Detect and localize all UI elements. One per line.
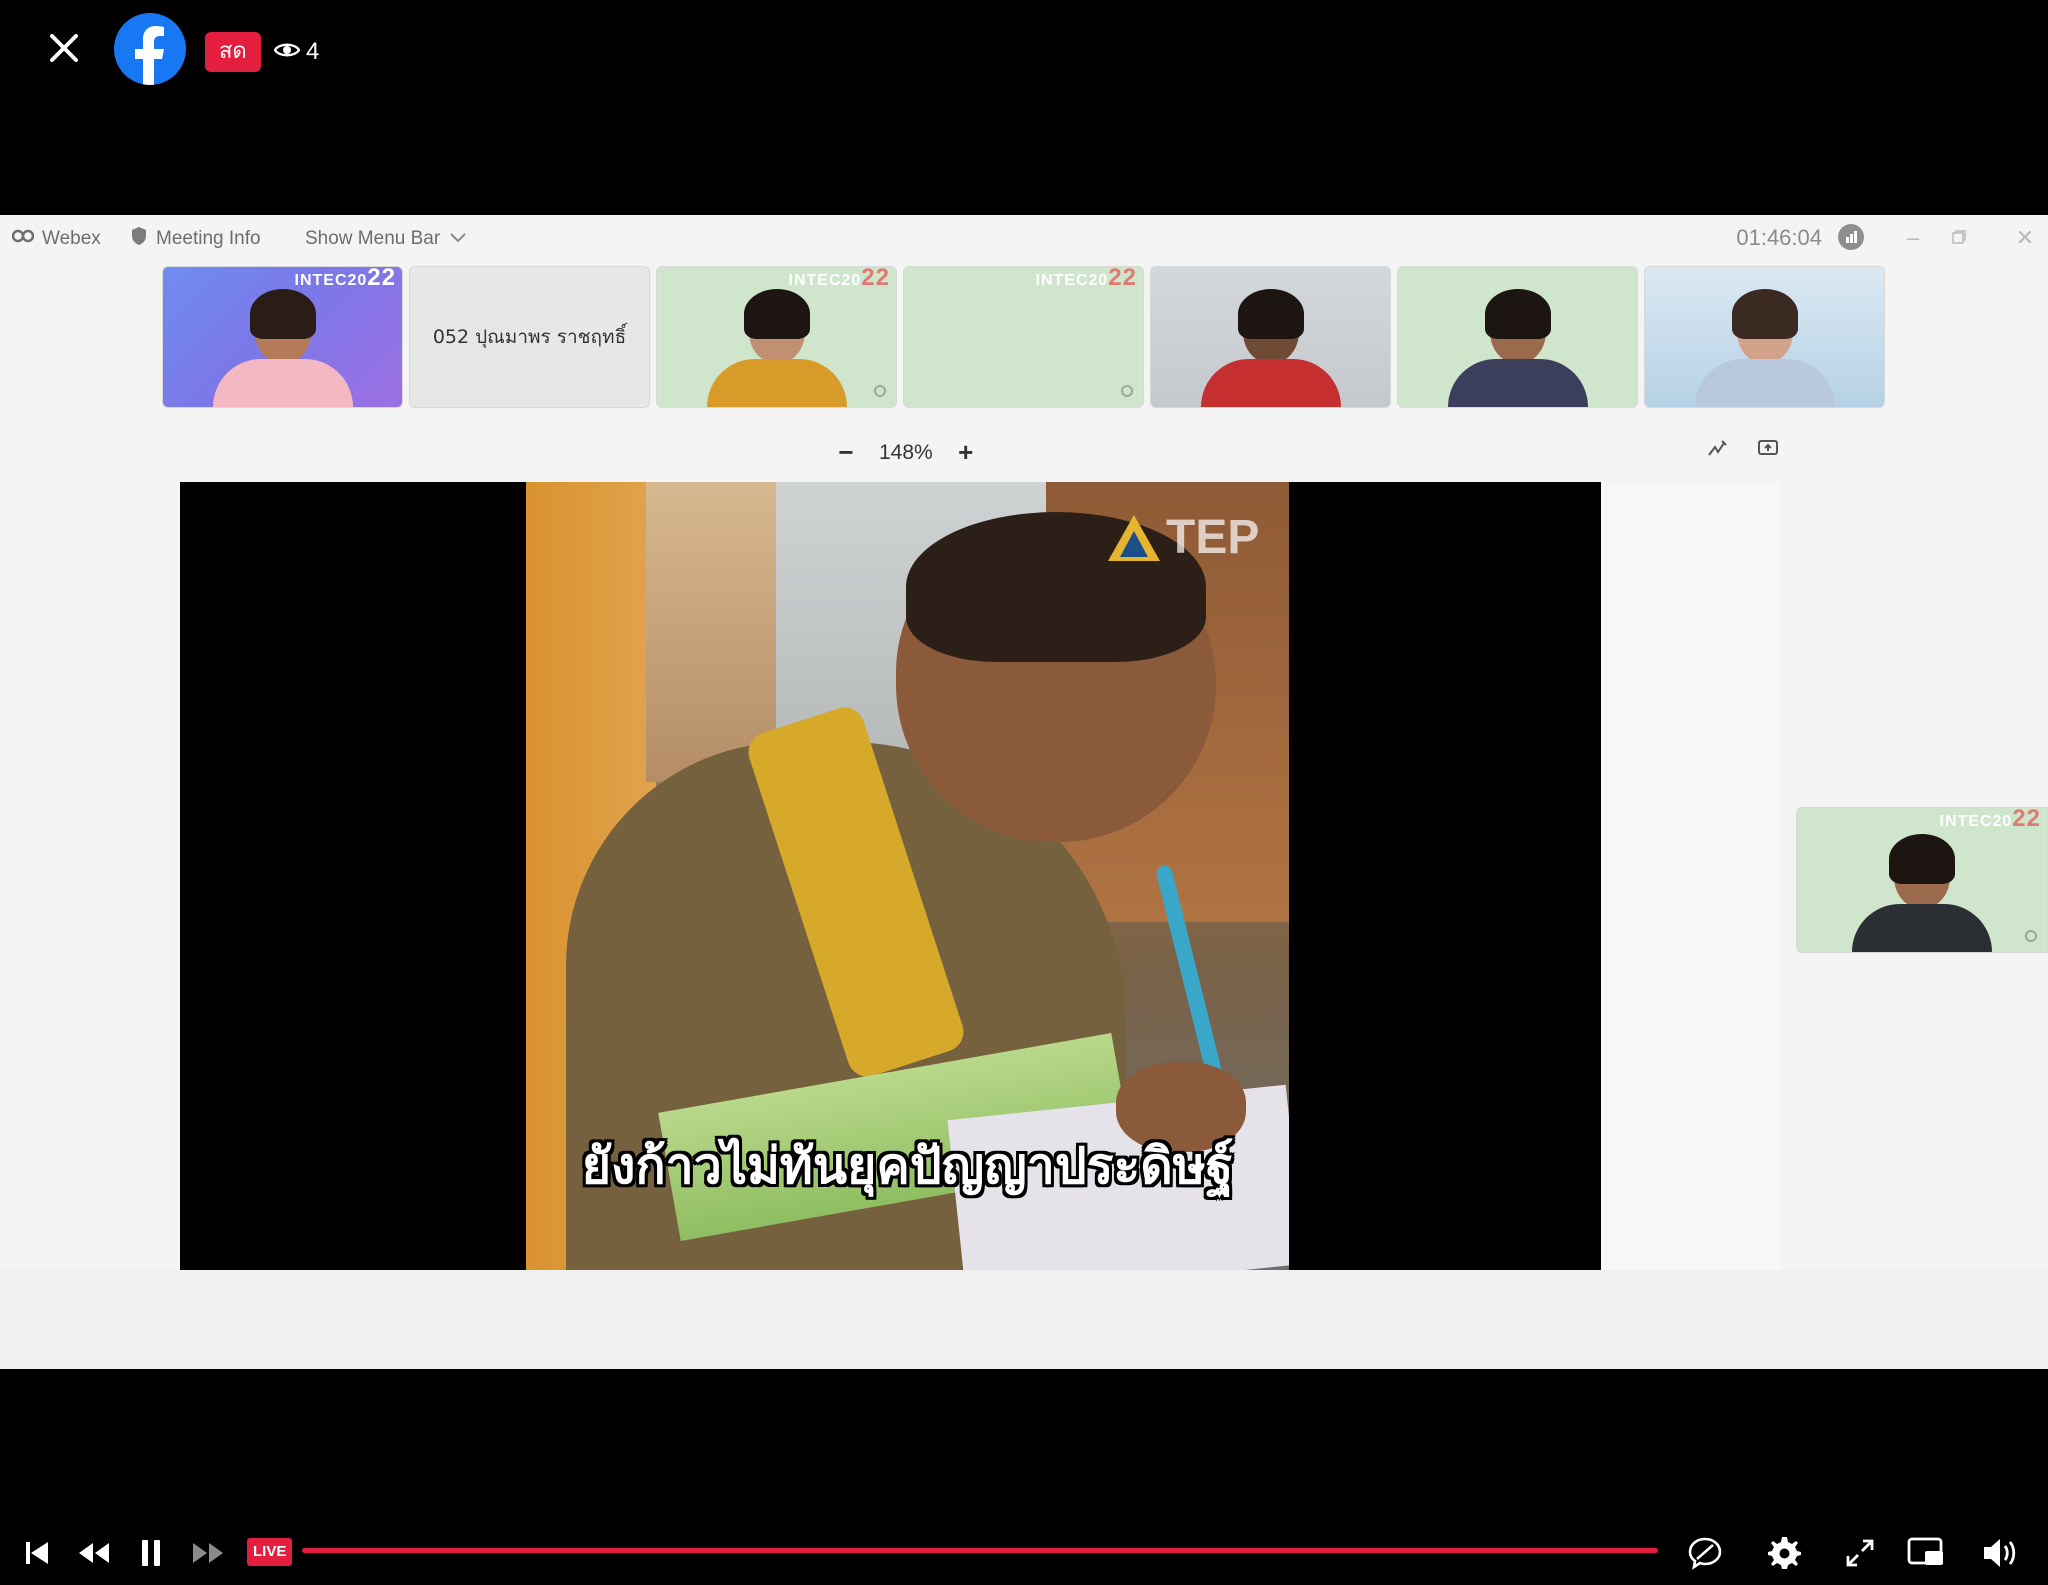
show-menu-bar-label: Show Menu Bar: [305, 228, 441, 249]
tile-banner: INTEC2022: [163, 266, 402, 291]
tile-banner: INTEC2022: [904, 266, 1143, 291]
status-dot: [1121, 385, 1133, 397]
skip-to-start-icon[interactable]: [17, 1533, 57, 1573]
chevron-down-icon: [448, 228, 468, 250]
participant-tile[interactable]: [1150, 266, 1391, 408]
zoom-level: 148%: [879, 440, 933, 464]
tile-brand: INTEC2022: [1035, 266, 1137, 291]
player-controls: LIVE: [0, 1369, 2048, 1585]
close-icon[interactable]: [44, 28, 84, 68]
restore-icon[interactable]: [1944, 223, 1974, 253]
zoom-out-button[interactable]: −: [835, 437, 857, 468]
shared-video: TEP ยังก้าวไม่ทันยุคปัญญาประดิษฐ์: [526, 482, 1289, 1270]
fast-forward-icon[interactable]: [188, 1533, 228, 1573]
tile-banner: INTEC2022: [1797, 807, 2047, 832]
annotate-icon[interactable]: [1706, 437, 1730, 461]
participant-video: [212, 289, 353, 407]
meeting-info-label: Meeting Info: [156, 228, 261, 249]
video-watermark: TEP: [1106, 510, 1259, 565]
meeting-info-button[interactable]: Meeting Info: [130, 225, 261, 253]
video-subtitle: ยังก้าวไม่ทันยุคปัญญาประดิษฐ์: [581, 1137, 1234, 1195]
webex-menu-bar: Webex Meeting Info Show Menu Bar 01:46:0…: [0, 215, 2048, 263]
participant-strip: INTEC2022 052 ปุณมาพร ราชฤทธิ์ INTEC2022: [162, 266, 1885, 408]
zoom-controls: − 148% +: [835, 437, 977, 468]
tile-brand: INTEC2022: [1939, 807, 2041, 832]
pause-icon[interactable]: [131, 1533, 171, 1573]
speaker-tile[interactable]: INTEC2022: [1796, 807, 2048, 953]
tile-brand: INTEC2022: [294, 266, 396, 291]
progress-bar[interactable]: [302, 1548, 1658, 1553]
participant-tile[interactable]: 052 ปุณมาพร ราชฤทธิ์: [409, 266, 650, 408]
meeting-timer: 01:46:04: [1736, 225, 1822, 250]
facebook-live-viewer: สด 4 Webex Meeting Info Show Menu Bar 01…: [0, 0, 2048, 1585]
share-screen-icon[interactable]: [1756, 437, 1780, 461]
facebook-logo[interactable]: [114, 13, 186, 85]
participant-video: [1447, 289, 1588, 407]
participant-name: 052 ปุณมาพร ราชฤทธิ์: [432, 326, 627, 348]
settings-gear-icon[interactable]: [1764, 1533, 1804, 1573]
network-stats-icon[interactable]: [1838, 224, 1864, 250]
live-indicator[interactable]: LIVE: [247, 1538, 293, 1566]
webex-app-name: Webex: [42, 228, 101, 249]
status-dot: [874, 385, 886, 397]
show-menu-bar-button[interactable]: Show Menu Bar: [305, 225, 468, 253]
participant-tile[interactable]: [1397, 266, 1638, 408]
webex-app-menu[interactable]: Webex: [11, 225, 101, 253]
side-panel: [1601, 482, 1781, 1270]
webex-logo-icon: [11, 228, 35, 250]
fullscreen-icon[interactable]: [1840, 1533, 1880, 1573]
live-badge: สด: [205, 32, 261, 72]
chat-off-icon[interactable]: [1685, 1533, 1725, 1573]
webex-bottom-area: [0, 1270, 2048, 1369]
participant-video: [1852, 834, 1992, 952]
participant-video: [1694, 289, 1835, 407]
participant-tile[interactable]: INTEC2022: [162, 266, 403, 408]
shared-screen: TEP ยังก้าวไม่ทันยุคปัญญาประดิษฐ์: [180, 482, 1601, 1270]
picture-in-picture-icon[interactable]: [1906, 1533, 1946, 1573]
volume-icon[interactable]: [1980, 1533, 2020, 1573]
participant-tile[interactable]: INTEC2022: [903, 266, 1144, 408]
participant-video: [706, 289, 847, 407]
status-dot: [2025, 930, 2037, 942]
window-close-icon[interactable]: ✕: [2010, 223, 2040, 253]
webex-window: Webex Meeting Info Show Menu Bar 01:46:0…: [0, 215, 2048, 1369]
viewer-count-value: 4: [306, 38, 320, 65]
participant-video: [1200, 289, 1341, 407]
participant-tile[interactable]: INTEC2022: [656, 266, 897, 408]
zoom-in-button[interactable]: +: [955, 437, 977, 468]
eye-icon: [273, 38, 301, 66]
rewind-icon[interactable]: [74, 1533, 114, 1573]
viewer-count: 4: [273, 32, 320, 72]
tile-brand: INTEC2022: [788, 266, 890, 291]
tile-banner: INTEC2022: [657, 266, 896, 291]
shield-icon: [130, 226, 148, 252]
minimize-icon[interactable]: –: [1898, 223, 1928, 253]
participant-tile[interactable]: [1644, 266, 1885, 408]
facebook-top-bar: สด 4: [0, 0, 2048, 215]
